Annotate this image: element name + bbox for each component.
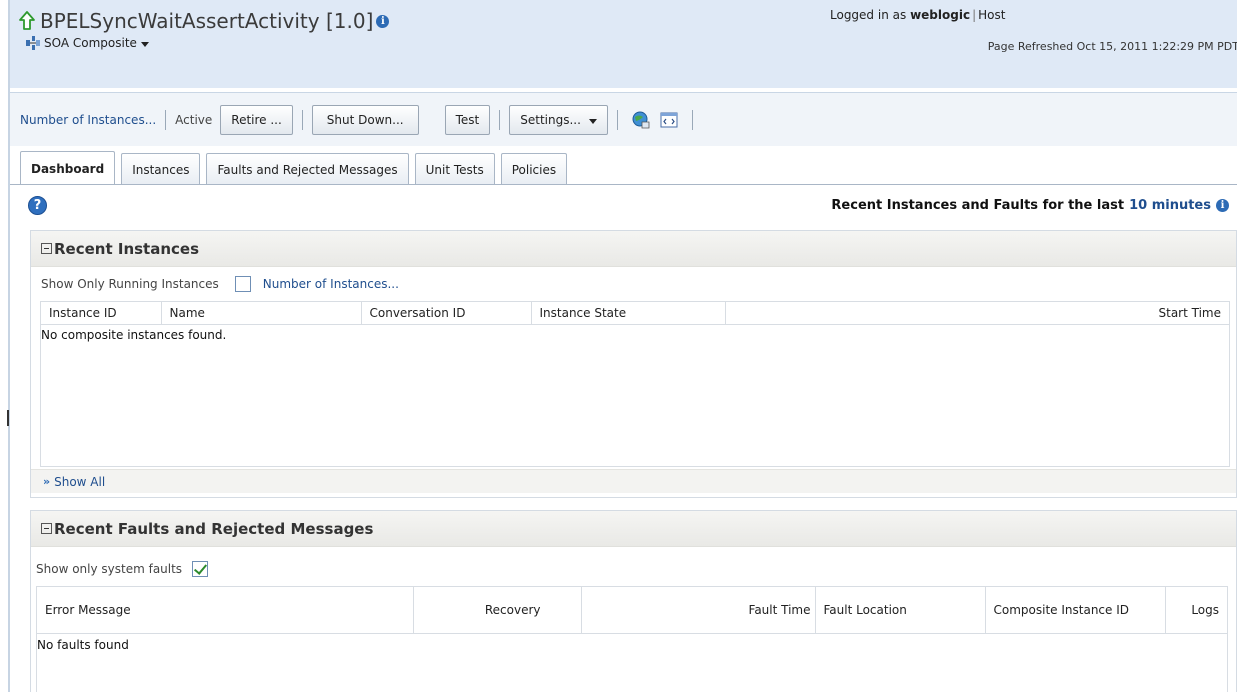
source-code-icon[interactable] (659, 110, 679, 130)
column-recovery[interactable]: Recovery (413, 587, 582, 633)
recent-period-prefix: Recent Instances and Faults for the last (831, 198, 1125, 213)
column-name[interactable]: Name (161, 302, 362, 324)
collapse-icon[interactable] (41, 243, 52, 254)
composite-menu-label: SOA Composite (44, 36, 137, 50)
column-start-time[interactable]: Start Time (725, 302, 1229, 324)
tab-bar: Dashboard Instances Faults and Rejected … (20, 149, 573, 185)
recent-faults-title: Recent Faults and Rejected Messages (54, 519, 374, 538)
settings-menu-button[interactable]: Settings... (509, 105, 608, 135)
column-instance-state[interactable]: Instance State (531, 302, 726, 324)
column-instance-id[interactable]: Instance ID (41, 302, 162, 324)
info-icon[interactable]: i (376, 14, 390, 28)
state-label: Active (175, 113, 213, 127)
collapse-icon[interactable] (41, 523, 52, 534)
tab-instances[interactable]: Instances (121, 153, 201, 185)
column-logs[interactable]: Logs (1165, 587, 1227, 633)
logged-in-label: Logged in as (830, 8, 907, 22)
login-info: Logged in as weblogic | Host (830, 8, 1006, 22)
info-icon[interactable]: i (1216, 199, 1229, 212)
tab-unit-tests[interactable]: Unit Tests (414, 153, 495, 185)
faults-filter-row: Show only system faults (36, 556, 209, 582)
retire-button[interactable]: Retire ... (220, 105, 293, 135)
show-all-label: Show All (54, 474, 106, 489)
system-faults-filter-label: Show only system faults (36, 562, 183, 576)
toolbar: Number of Instances... Active Retire ...… (10, 92, 1237, 146)
recent-faults-header[interactable]: Recent Faults and Rejected Messages (31, 511, 1236, 547)
column-fault-time[interactable]: Fault Time (581, 587, 816, 633)
page-title: BPELSyncWaitAssertActivity [1.0] (40, 9, 374, 33)
title-row: BPELSyncWaitAssertActivity [1.0] i (18, 9, 390, 33)
instances-filter-row: Show Only Running Instances Number of In… (31, 267, 1236, 301)
recent-instances-panel: Recent Instances Show Only Running Insta… (30, 230, 1237, 498)
column-error-message[interactable]: Error Message (37, 587, 414, 633)
composite-menu[interactable]: SOA Composite (26, 36, 149, 50)
instances-table-header: Instance ID Name Conversation ID Instanc… (41, 302, 1229, 324)
toolbar-separator (165, 110, 167, 130)
chevron-down-icon (140, 41, 149, 47)
splitter-grip[interactable] (7, 410, 9, 426)
page-header: BPELSyncWaitAssertActivity [1.0] i SOA C… (10, 0, 1237, 88)
chevron-down-icon (588, 118, 597, 124)
instances-table: Instance ID Name Conversation ID Instanc… (40, 301, 1230, 467)
number-of-instances-link[interactable]: Number of Instances... (263, 277, 399, 291)
column-fault-location[interactable]: Fault Location (815, 587, 986, 633)
settings-label: Settings... (520, 113, 581, 127)
toolbar-separator (691, 110, 693, 130)
composite-icon (26, 36, 40, 50)
column-composite-instance-id[interactable]: Composite Instance ID (985, 587, 1166, 633)
toolbar-separator (499, 110, 501, 130)
show-all-link[interactable]: » Show All (31, 469, 1236, 493)
page-refreshed-time: Page Refreshed Oct 15, 2011 1:22:29 PM P… (987, 40, 1237, 53)
recent-instances-title: Recent Instances (54, 239, 200, 258)
faults-table-grid: Error Message Recovery Fault Time Fault … (37, 587, 1227, 634)
instances-table-grid: Instance ID Name Conversation ID Instanc… (41, 302, 1229, 325)
left-splitter[interactable] (0, 0, 10, 692)
number-of-instances-link[interactable]: Number of Instances... (20, 113, 156, 127)
system-faults-checkbox[interactable] (192, 561, 209, 577)
column-conversation-id[interactable]: Conversation ID (361, 302, 532, 324)
running-instances-checkbox[interactable] (234, 276, 251, 292)
recent-period-link[interactable]: 10 minutes (1129, 198, 1211, 213)
help-icon[interactable]: ? (28, 196, 47, 215)
recent-period-header: Recent Instances and Faults for the last… (831, 198, 1229, 213)
faults-table: Error Message Recovery Fault Time Fault … (36, 586, 1228, 692)
running-filter-label: Show Only Running Instances (41, 277, 219, 291)
tab-policies[interactable]: Policies (500, 153, 568, 185)
toolbar-separator (616, 110, 618, 130)
username: weblogic (910, 8, 971, 22)
up-arrow-icon[interactable] (18, 10, 36, 32)
double-chevron-icon: » (43, 475, 51, 488)
recent-instances-header[interactable]: Recent Instances (31, 231, 1236, 267)
shutdown-button[interactable]: Shut Down... (311, 105, 419, 135)
host-link[interactable]: Host (978, 8, 1005, 22)
faults-empty-message: No faults found (37, 637, 129, 652)
faults-table-header: Error Message Recovery Fault Time Fault … (37, 587, 1227, 633)
test-button[interactable]: Test (444, 105, 491, 135)
toolbar-separator (301, 110, 303, 130)
tab-divider (10, 184, 1237, 185)
globe-export-icon[interactable] (631, 110, 651, 130)
tab-faults-and-rejected-messages[interactable]: Faults and Rejected Messages (206, 153, 409, 185)
instances-empty-message: No composite instances found. (41, 327, 227, 342)
tab-dashboard[interactable]: Dashboard (20, 151, 116, 185)
